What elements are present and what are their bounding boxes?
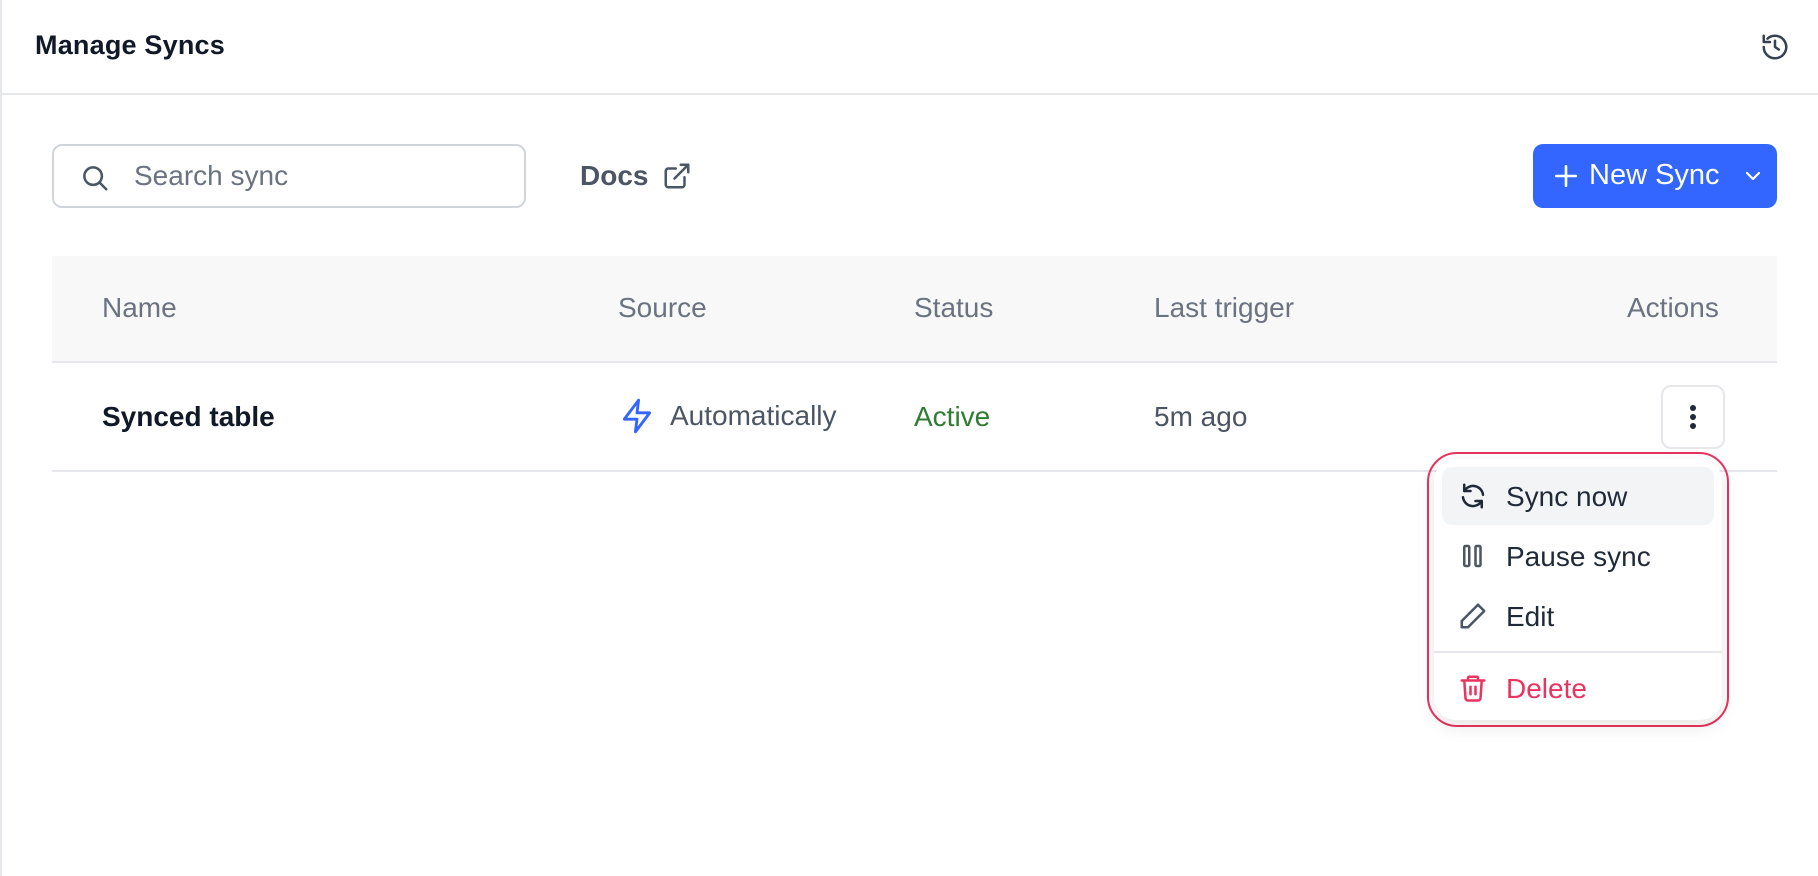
- row-actions-menu: Sync now Pause sync Edit Delete: [1434, 459, 1722, 720]
- docs-label: Docs: [580, 160, 649, 191]
- search-box: [52, 144, 526, 208]
- sync-name: Synced table: [102, 401, 275, 432]
- panel-header: Manage Syncs: [2, 0, 1818, 95]
- pause-icon: [1463, 544, 1482, 568]
- menu-item-pause-sync[interactable]: Pause sync: [1442, 527, 1714, 585]
- search-input[interactable]: [134, 156, 514, 196]
- more-vertical-icon: [1690, 405, 1696, 429]
- lightning-icon: [622, 398, 652, 434]
- pencil-icon: [1460, 603, 1486, 629]
- menu-item-delete[interactable]: Delete: [1442, 659, 1714, 717]
- history-button[interactable]: [1758, 30, 1792, 64]
- search-icon: [83, 166, 108, 191]
- table-header: Name Source Status Last trigger Actions: [52, 256, 1777, 363]
- row-actions-button[interactable]: [1661, 385, 1725, 449]
- plus-icon: [1554, 164, 1578, 188]
- menu-item-label: Delete: [1506, 673, 1587, 704]
- menu-item-sync-now[interactable]: Sync now: [1442, 467, 1714, 525]
- new-sync-label: New Sync: [1589, 159, 1720, 191]
- manage-syncs-panel: Manage Syncs Docs New Sync: [0, 0, 1818, 876]
- trash-icon: [1460, 675, 1486, 702]
- column-header-last-trigger: Last trigger: [1154, 292, 1295, 323]
- column-header-name: Name: [102, 292, 177, 323]
- source-label: Automatically: [670, 400, 837, 431]
- menu-divider: [1434, 651, 1722, 653]
- menu-item-edit[interactable]: Edit: [1442, 587, 1714, 645]
- refresh-icon: [1461, 483, 1485, 509]
- external-link-icon: [664, 163, 690, 189]
- page-title: Manage Syncs: [35, 30, 225, 60]
- menu-item-label: Sync now: [1506, 481, 1628, 512]
- column-header-status: Status: [914, 292, 994, 323]
- last-trigger-text: 5m ago: [1154, 401, 1248, 432]
- history-icon: [1762, 34, 1788, 60]
- sync-source: Automatically: [618, 397, 837, 435]
- new-sync-button[interactable]: New Sync: [1533, 144, 1777, 208]
- chevron-down-icon: [1745, 171, 1761, 181]
- status-text: Active: [914, 401, 991, 432]
- menu-item-label: Edit: [1506, 601, 1555, 632]
- column-header-actions: Actions: [1627, 292, 1719, 323]
- menu-item-label: Pause sync: [1506, 541, 1651, 572]
- column-header-source: Source: [618, 292, 707, 323]
- docs-link[interactable]: Docs: [580, 156, 692, 196]
